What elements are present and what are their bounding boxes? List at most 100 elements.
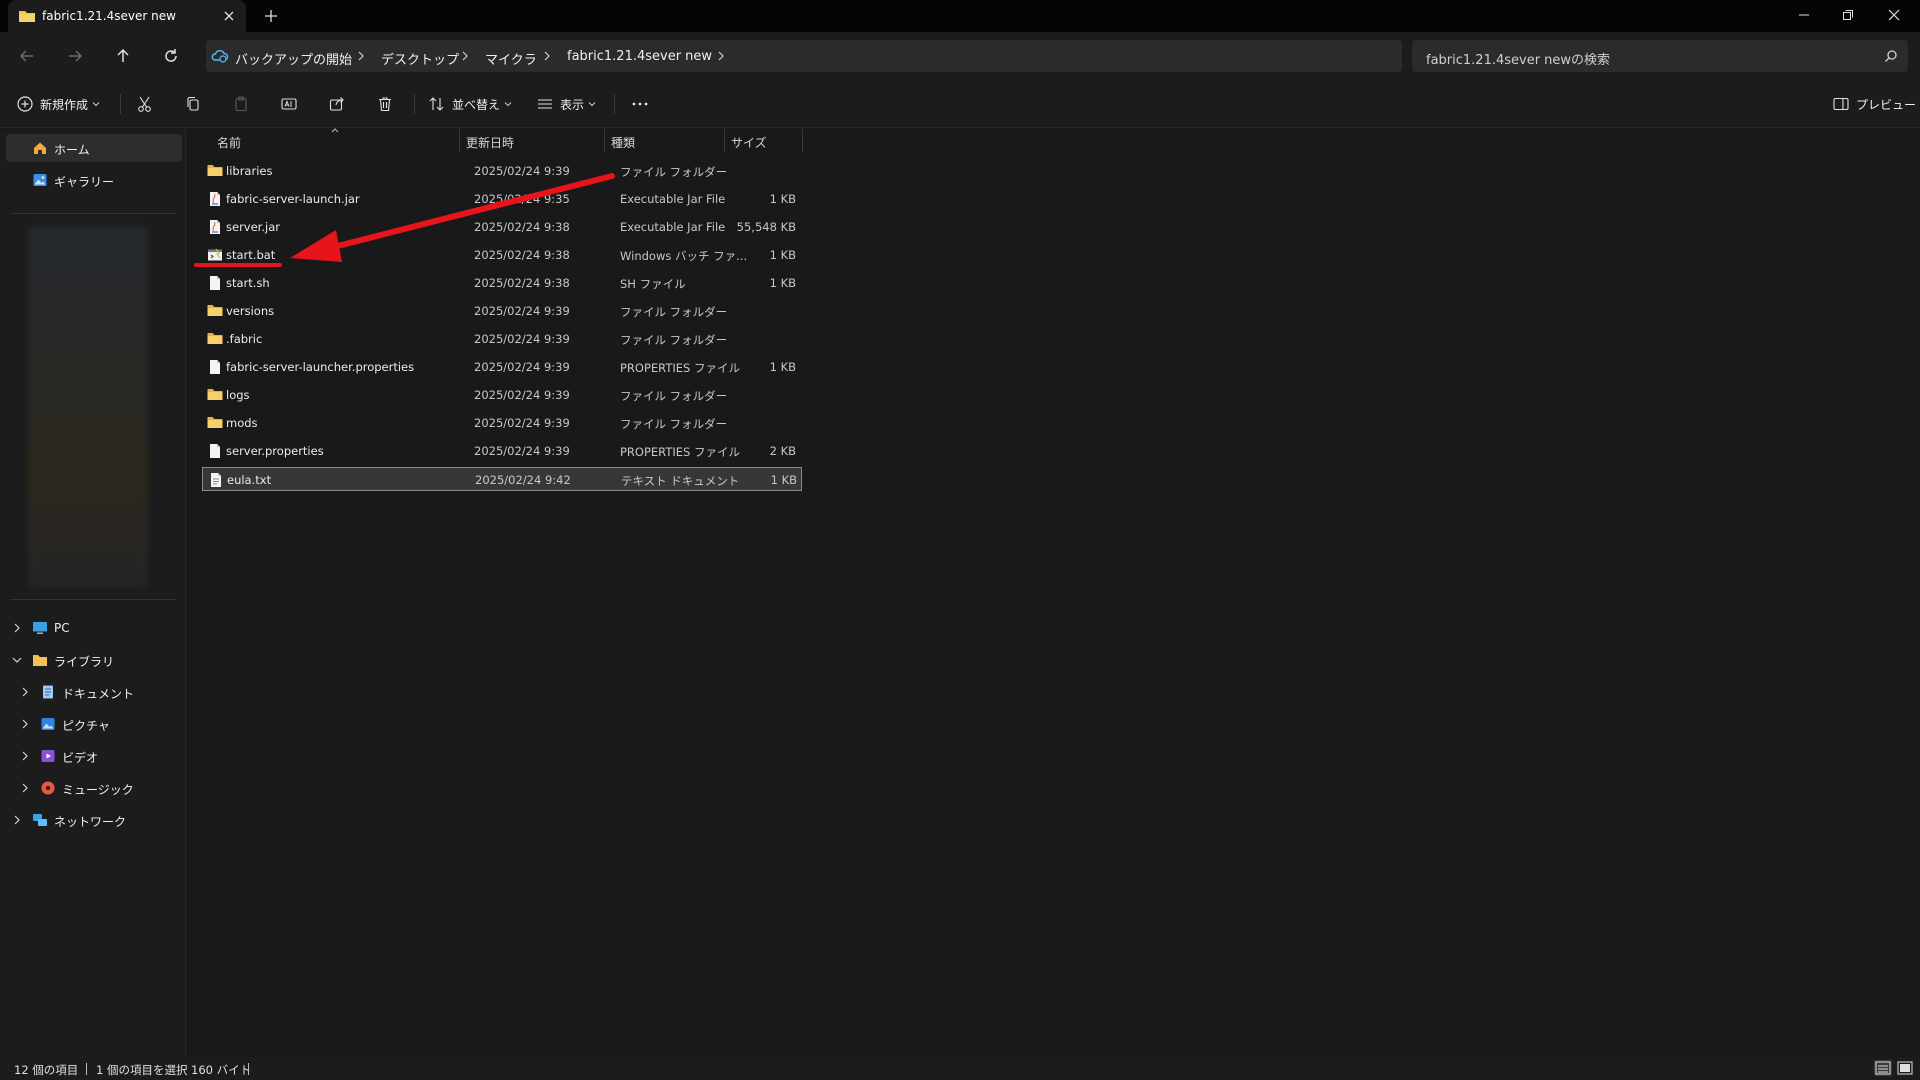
back-icon[interactable]: [16, 45, 38, 67]
text-file-icon: [208, 472, 224, 488]
view-button[interactable]: 表示: [536, 92, 596, 116]
status-selected-size: 160 バイト: [191, 1063, 252, 1077]
sidebar-item-libraries[interactable]: ライブラリ: [6, 646, 182, 674]
refresh-icon[interactable]: [160, 45, 182, 67]
file-size: 2 KB: [769, 444, 796, 458]
chevron-right-icon[interactable]: [460, 51, 470, 61]
column-header-size[interactable]: サイズ: [725, 129, 802, 153]
chevron-right-icon[interactable]: [20, 687, 30, 697]
navigation-pane: ホーム ギャラリー PC ライブラリ ドキュメント ピクチャ ビデオ ミュージッ…: [0, 129, 186, 1057]
forward-icon[interactable]: [64, 45, 86, 67]
file-row[interactable]: fabric-server-launcher.properties 2025/02…: [202, 355, 802, 379]
tab-current-folder[interactable]: fabric1.21.4sever new: [8, 0, 246, 32]
file-row[interactable]: logs 2025/02/24 9:39 ファイル フォルダー: [202, 383, 802, 407]
up-icon[interactable]: [112, 45, 134, 67]
cut-button[interactable]: [136, 92, 154, 116]
chevron-right-icon[interactable]: [20, 719, 30, 729]
new-button[interactable]: 新規作成: [16, 92, 100, 116]
column-divider: [802, 129, 803, 153]
sidebar-item-home[interactable]: ホーム: [6, 134, 182, 162]
sidebar-label-pictures: ピクチャ: [62, 719, 110, 733]
folder-icon: [207, 387, 223, 401]
file-row[interactable]: server.jar 2025/02/24 9:38 Executable Jar …: [202, 215, 802, 239]
breadcrumb-current-folder[interactable]: fabric1.21.4sever new: [567, 49, 712, 64]
sidebar-item-pictures[interactable]: ピクチャ: [6, 710, 182, 738]
folder-icon: [18, 8, 36, 24]
search-icon[interactable]: [1884, 49, 1898, 63]
new-tab-icon[interactable]: [262, 7, 280, 25]
column-header-name[interactable]: 名前: [211, 129, 447, 153]
address-bar[interactable]: バックアップの開始 デスクトップ マイクラ fabric1.21.4sever …: [206, 40, 1402, 72]
file-row[interactable]: server.properties 2025/02/24 9:39 PROPERTI…: [202, 439, 802, 463]
sidebar-item-music[interactable]: ミュージック: [6, 774, 182, 802]
close-tab-icon[interactable]: [222, 9, 236, 23]
chevron-right-icon[interactable]: [12, 623, 22, 633]
sidebar-item-network[interactable]: ネットワーク: [6, 806, 182, 834]
file-modified: 2025/02/24 9:39: [474, 332, 570, 346]
column-header-type[interactable]: 種類: [605, 129, 725, 153]
copy-button[interactable]: [184, 92, 202, 116]
large-icons-view-icon[interactable]: [1896, 1060, 1914, 1076]
sort-icon: [428, 95, 446, 113]
rename-button[interactable]: [280, 92, 298, 116]
chevron-right-icon[interactable]: [20, 751, 30, 761]
sidebar-label-music: ミュージック: [62, 783, 134, 797]
minimize-icon[interactable]: [1794, 5, 1814, 25]
batch-file-icon: [207, 247, 223, 263]
toolbar-divider: [120, 94, 121, 114]
preview-label: プレビュー: [1856, 97, 1917, 112]
sidebar-item-gallery[interactable]: ギャラリー: [6, 166, 182, 194]
file-type: ファイル フォルダー: [620, 333, 728, 347]
file-modified: 2025/02/24 9:38: [474, 248, 570, 262]
file-row[interactable]: fabric-server-launch.jar 2025/02/24 9:35 E…: [202, 187, 802, 211]
file-row[interactable]: start.bat 2025/02/24 9:38 Windows バッチ ファ..…: [202, 243, 802, 267]
preview-pane-button[interactable]: プレビュー: [1832, 92, 1916, 116]
blurred-quick-access: [28, 227, 148, 587]
list-view-icon: [536, 95, 554, 113]
file-modified: 2025/02/24 9:39: [474, 416, 570, 430]
breadcrumb-maikura[interactable]: マイクラ: [485, 49, 537, 68]
sort-button[interactable]: 並べ替え: [428, 92, 512, 116]
share-button[interactable]: [328, 92, 346, 116]
pictures-icon: [40, 716, 56, 732]
file-name: fabric-server-launch.jar: [226, 192, 360, 206]
search-placeholder[interactable]: fabric1.21.4sever newの検索: [1426, 49, 1610, 68]
breadcrumb-backup[interactable]: バックアップの開始: [235, 49, 352, 68]
file-name: libraries: [226, 164, 273, 178]
chevron-down-icon[interactable]: [12, 655, 22, 665]
search-box[interactable]: fabric1.21.4sever newの検索: [1412, 40, 1908, 72]
delete-button[interactable]: [376, 92, 394, 116]
file-row[interactable]: start.sh 2025/02/24 9:38 SH ファイル 1 KB: [202, 271, 802, 295]
network-icon: [32, 812, 48, 828]
file-row[interactable]: .fabric 2025/02/24 9:39 ファイル フォルダー: [202, 327, 802, 351]
file-row[interactable]: mods 2025/02/24 9:39 ファイル フォルダー: [202, 411, 802, 435]
details-view-icon[interactable]: [1874, 1060, 1892, 1076]
sidebar-item-documents[interactable]: ドキュメント: [6, 678, 182, 706]
file-name: start.bat: [226, 248, 276, 262]
sidebar-item-pc[interactable]: PC: [6, 614, 182, 642]
trash-icon: [376, 95, 394, 113]
chevron-right-icon[interactable]: [356, 51, 366, 61]
file-name: .fabric: [226, 332, 263, 346]
chevron-right-icon[interactable]: [20, 783, 30, 793]
chevron-right-icon[interactable]: [716, 51, 726, 61]
file-icon: [207, 443, 223, 459]
file-modified: 2025/02/24 9:38: [474, 220, 570, 234]
jar-file-icon: [207, 191, 223, 207]
close-window-icon[interactable]: [1884, 5, 1904, 25]
column-header-modified[interactable]: 更新日時: [460, 129, 604, 153]
sidebar-item-videos[interactable]: ビデオ: [6, 742, 182, 770]
more-options-button[interactable]: [630, 92, 650, 116]
chevron-right-icon[interactable]: [542, 51, 552, 61]
file-size: 55,548 KB: [736, 220, 796, 234]
sidebar-divider: [10, 599, 176, 600]
file-row[interactable]: eula.txt 2025/02/24 9:42 テキスト ドキュメント 1 KB: [202, 467, 802, 491]
file-row[interactable]: libraries 2025/02/24 9:39 ファイル フォルダー: [202, 159, 802, 183]
breadcrumb-desktop[interactable]: デスクトップ: [381, 49, 459, 68]
file-name: fabric-server-launcher.properties: [226, 360, 415, 374]
file-row[interactable]: versions 2025/02/24 9:39 ファイル フォルダー: [202, 299, 802, 323]
chevron-right-icon[interactable]: [12, 815, 22, 825]
paste-button[interactable]: [232, 92, 250, 116]
view-label: 表示: [560, 97, 585, 112]
restore-icon[interactable]: [1838, 5, 1858, 25]
